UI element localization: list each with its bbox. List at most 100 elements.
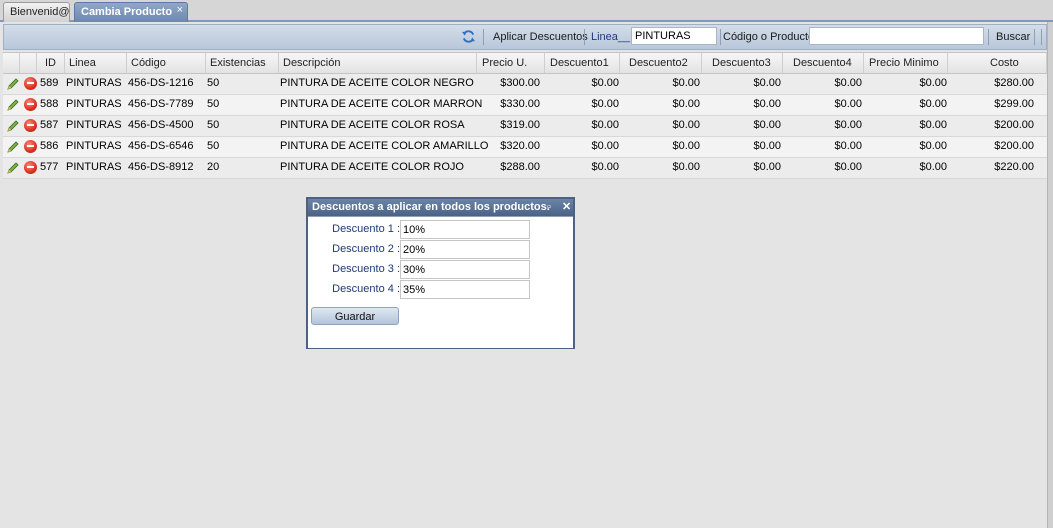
header-precio-minimo[interactable]: Precio Minimo [864, 53, 948, 73]
close-icon[interactable]: ✕ [562, 199, 571, 216]
cell-d2: $0.00 [672, 140, 700, 152]
descuento-3-label: Descuento 3 : [332, 263, 400, 275]
cell-id: 589 [40, 77, 59, 89]
cell-precio: $330.00 [500, 98, 540, 110]
dialog-titlebar[interactable]: Descuentos a aplicar en todos los produc… [308, 199, 573, 216]
cell-existencias: 50 [207, 119, 220, 131]
codigo-input[interactable] [809, 27, 984, 45]
close-icon[interactable]: × [177, 1, 183, 20]
table-row[interactable]: 577 PINTURAS 456-DS-8912 20 PINTURA DE ACEIT… [3, 158, 1047, 179]
cell-d1: $0.00 [591, 140, 619, 152]
cell-existencias: 50 [207, 140, 220, 152]
cell-linea: PINTURAS [66, 77, 122, 89]
cell-existencias: 20 [207, 161, 220, 173]
cell-precio: $300.00 [500, 77, 540, 89]
header-costo[interactable]: Costo [948, 53, 1047, 73]
tab-label: Bienvenid@ [10, 6, 70, 18]
descuento-2-input[interactable] [400, 240, 530, 259]
grid-body: 589 PINTURAS 456-DS-1216 50 PINTURA DE ACEIT… [3, 74, 1047, 179]
toolbar-separator [720, 29, 721, 45]
cell-pmin: $0.00 [919, 161, 947, 173]
tab-bienvenido[interactable]: Bienvenid@ [3, 2, 70, 22]
apply-discounts-button[interactable]: Aplicar Descuentos [493, 25, 588, 49]
cell-d1: $0.00 [591, 161, 619, 173]
toolbar-separator [988, 29, 989, 45]
table-row[interactable]: 589 PINTURAS 456-DS-1216 50 PINTURA DE ACEIT… [3, 74, 1047, 95]
header-descripcion[interactable]: Descripción [279, 53, 477, 73]
cell-id: 586 [40, 140, 59, 152]
linea-input[interactable] [631, 27, 717, 45]
cell-codigo: 456-DS-6546 [128, 140, 194, 152]
delete-icon[interactable] [24, 140, 37, 153]
pencil-icon[interactable] [6, 98, 20, 112]
cell-d3: $0.00 [753, 119, 781, 131]
search-button[interactable]: Buscar [996, 25, 1030, 49]
toolbar: Aplicar Descuentos Linea__ : Código o Pr… [3, 24, 1047, 50]
toolbar-separator [584, 29, 585, 45]
descuento-1-label: Descuento 1 : [332, 223, 400, 235]
maximize-icon[interactable]: ▫ [547, 199, 551, 216]
header-precio[interactable]: Precio U. [477, 53, 545, 73]
cell-id: 588 [40, 98, 59, 110]
cell-costo: $200.00 [994, 140, 1034, 152]
toolbar-separator [483, 29, 484, 45]
cell-descripcion: PINTURA DE ACEITE COLOR NEGRO [280, 77, 474, 89]
pencil-icon[interactable] [6, 119, 20, 133]
cell-codigo: 456-DS-8912 [128, 161, 194, 173]
save-button[interactable]: Guardar [311, 307, 399, 325]
header-edit-col [3, 53, 20, 73]
cell-d1: $0.00 [591, 119, 619, 131]
delete-icon[interactable] [24, 98, 37, 111]
cell-existencias: 50 [207, 98, 220, 110]
delete-icon[interactable] [24, 77, 37, 90]
cell-precio: $320.00 [500, 140, 540, 152]
header-codigo[interactable]: Código [127, 53, 206, 73]
tab-strip: Bienvenid@ Cambia Producto × [0, 0, 1053, 22]
products-grid: ID Linea Código Existencias Descripción … [3, 52, 1047, 179]
refresh-icon[interactable] [461, 29, 476, 44]
descuento-3-input[interactable] [400, 260, 530, 279]
table-row[interactable]: 587 PINTURAS 456-DS-4500 50 PINTURA DE ACEIT… [3, 116, 1047, 137]
tab-cambia-producto[interactable]: Cambia Producto × [74, 2, 188, 22]
cell-id: 587 [40, 119, 59, 131]
table-row[interactable]: 586 PINTURAS 456-DS-6546 50 PINTURA DE ACEIT… [3, 137, 1047, 158]
codigo-label: Código o Producto : [723, 31, 821, 43]
descuento-1-input[interactable] [400, 220, 530, 239]
cell-costo: $280.00 [994, 77, 1034, 89]
linea-label: Linea__ : [591, 31, 637, 43]
cell-d4: $0.00 [834, 140, 862, 152]
cell-d1: $0.00 [591, 77, 619, 89]
header-descuento4[interactable]: Descuento4 [783, 53, 864, 73]
pencil-icon[interactable] [6, 161, 20, 175]
header-existencias[interactable]: Existencias [206, 53, 279, 73]
header-descuento1[interactable]: Descuento1 [545, 53, 620, 73]
table-row[interactable]: 588 PINTURAS 456-DS-7789 50 PINTURA DE ACEIT… [3, 95, 1047, 116]
header-id[interactable]: ID [37, 53, 65, 73]
dialog-body: Descuento 1 : Descuento 2 : Descuento 3 … [308, 216, 573, 348]
grid-header: ID Linea Código Existencias Descripción … [3, 52, 1047, 74]
cell-descripcion: PINTURA DE ACEITE COLOR ROSA [280, 119, 465, 131]
tab-label: Cambia Producto [81, 6, 173, 18]
cell-d2: $0.00 [672, 98, 700, 110]
delete-icon[interactable] [24, 161, 37, 174]
cell-d4: $0.00 [834, 161, 862, 173]
cell-costo: $299.00 [994, 98, 1034, 110]
cell-codigo: 456-DS-1216 [128, 77, 194, 89]
scrollbar[interactable] [1047, 22, 1053, 528]
header-descuento3[interactable]: Descuento3 [702, 53, 783, 73]
cell-codigo: 456-DS-7789 [128, 98, 194, 110]
descuento-4-label: Descuento 4 : [332, 283, 400, 295]
cell-linea: PINTURAS [66, 161, 122, 173]
cell-d2: $0.00 [672, 119, 700, 131]
header-descuento2[interactable]: Descuento2 [620, 53, 702, 73]
descuento-2-label: Descuento 2 : [332, 243, 400, 255]
cell-linea: PINTURAS [66, 119, 122, 131]
delete-icon[interactable] [24, 119, 37, 132]
pencil-icon[interactable] [6, 77, 20, 91]
header-linea[interactable]: Linea [65, 53, 127, 73]
cell-d4: $0.00 [834, 77, 862, 89]
header-delete-col [20, 53, 37, 73]
discount-dialog: Descuentos a aplicar en todos los produc… [306, 197, 575, 349]
descuento-4-input[interactable] [400, 280, 530, 299]
pencil-icon[interactable] [6, 140, 20, 154]
